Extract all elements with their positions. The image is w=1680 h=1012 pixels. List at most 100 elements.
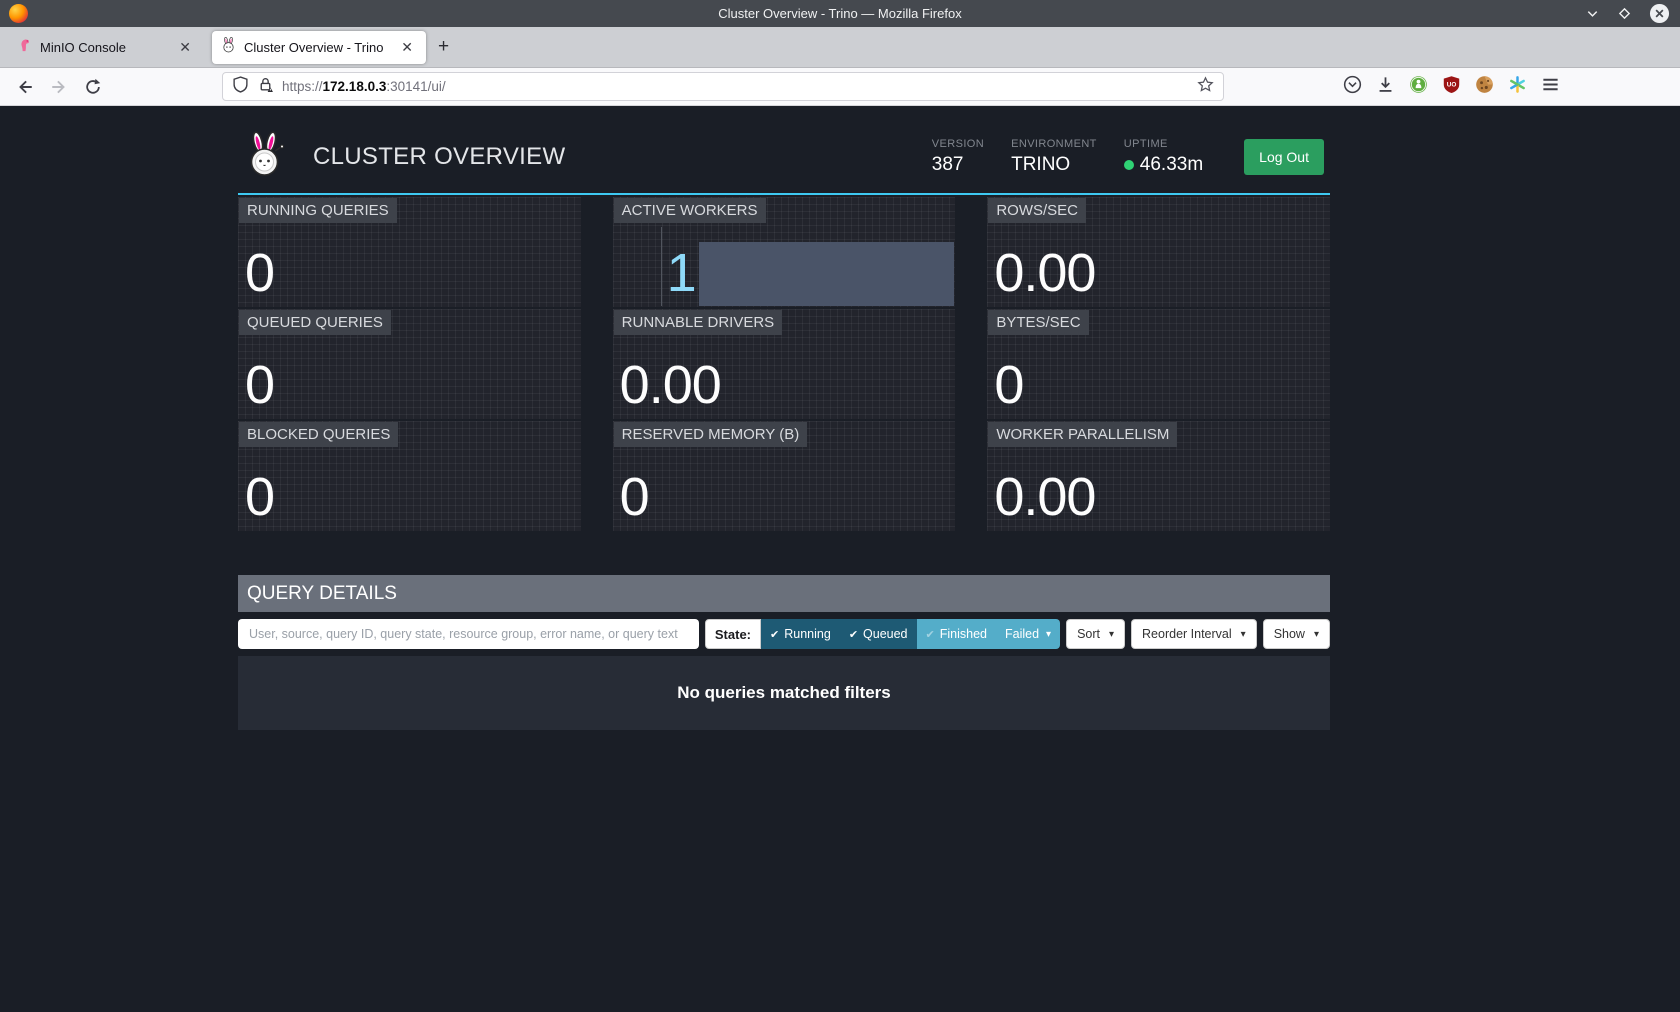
bookmark-star-icon[interactable] <box>1197 76 1214 98</box>
stat-value: 0 <box>994 361 1023 411</box>
pinwheel-extension-icon[interactable] <box>1508 75 1527 99</box>
close-window-icon[interactable] <box>1649 3 1670 24</box>
query-search-input[interactable] <box>238 619 699 649</box>
stat-card-runnable-drivers: RUNNABLE DRIVERS 0.00 <box>613 309 956 419</box>
stat-label: QUEUED QUERIES <box>239 310 391 335</box>
trino-bunny-logo-icon <box>244 131 286 182</box>
caret-down-icon: ▾ <box>1241 629 1246 640</box>
stat-label: RUNNING QUERIES <box>239 198 397 223</box>
query-details-header: QUERY DETAILS <box>238 575 1330 612</box>
downloads-icon[interactable] <box>1376 75 1395 99</box>
stat-card-blocked-queries: BLOCKED QUERIES 0 <box>238 421 581 531</box>
stat-card-rows-sec: ROWS/SEC 0.00 <box>987 197 1330 307</box>
stat-label: WORKER PARALLELISM <box>988 422 1177 447</box>
url-bar[interactable]: https://172.18.0.3:30141/ui/ <box>222 72 1224 101</box>
tab-close-icon[interactable]: ✕ <box>397 37 417 58</box>
stat-value: 0.00 <box>620 361 721 411</box>
stat-card-worker-parallelism: WORKER PARALLELISM 0.00 <box>987 421 1330 531</box>
stat-value: 1 <box>667 249 696 299</box>
stat-label: ROWS/SEC <box>988 198 1086 223</box>
lock-warning-icon[interactable] <box>257 76 274 98</box>
stat-value: 0.00 <box>994 249 1095 299</box>
stat-label: ACTIVE WORKERS <box>614 198 766 223</box>
check-icon: ✔ <box>849 628 858 641</box>
stat-value: 0 <box>245 361 274 411</box>
cookie-icon[interactable] <box>1475 75 1494 99</box>
minimize-icon[interactable] <box>1585 6 1600 21</box>
stat-label: BYTES/SEC <box>988 310 1088 335</box>
sparkline-fill <box>699 242 955 306</box>
pocket-icon[interactable] <box>1343 75 1362 99</box>
sparkline-axis <box>661 227 662 306</box>
show-dropdown[interactable]: Show▾ <box>1263 619 1330 649</box>
trino-navbar: CLUSTER OVERVIEW VERSION 387 ENVIRONMENT… <box>238 106 1330 195</box>
environment-value: TRINO <box>1011 154 1097 176</box>
version-meta: VERSION 387 <box>932 138 984 176</box>
uptime-label: UPTIME <box>1124 138 1203 150</box>
caret-down-icon: ▾ <box>1109 629 1114 640</box>
trino-bunny-favicon-icon <box>221 37 236 58</box>
tab-strip: MinIO Console ✕ Cluster Overview - Trino… <box>0 27 1680 68</box>
version-value: 387 <box>932 154 984 176</box>
query-filter-row: State: ✔Running ✔Queued ✔Finished Failed… <box>238 619 1330 649</box>
svg-text:UO: UO <box>1447 81 1457 88</box>
state-filter-failed[interactable]: Failed▾ <box>996 619 1060 649</box>
uptime-meta: UPTIME 46.33m <box>1124 138 1203 176</box>
query-details-title: QUERY DETAILS <box>247 583 397 605</box>
reload-icon[interactable] <box>78 73 108 101</box>
stat-card-bytes-sec: BYTES/SEC 0 <box>987 309 1330 419</box>
extension-green-icon[interactable] <box>1409 75 1428 99</box>
stat-label: BLOCKED QUERIES <box>239 422 398 447</box>
stat-card-queued-queries: QUEUED QUERIES 0 <box>238 309 581 419</box>
firefox-logo-icon <box>9 4 28 23</box>
stat-value: 0 <box>245 473 274 523</box>
tab-label: MinIO Console <box>40 40 175 55</box>
flamingo-favicon-icon <box>17 37 32 57</box>
state-filter-group: State: ✔Running ✔Queued ✔Finished Failed… <box>705 619 1060 649</box>
forward-icon[interactable] <box>44 73 74 101</box>
new-tab-button[interactable]: + <box>426 36 461 58</box>
uptime-status-dot-icon <box>1124 160 1134 170</box>
stat-card-active-workers: ACTIVE WORKERS 1 <box>613 197 956 307</box>
reorder-interval-dropdown[interactable]: Reorder Interval▾ <box>1131 619 1257 649</box>
stat-value: 0 <box>620 473 649 523</box>
window-title: Cluster Overview - Trino — Mozilla Firef… <box>0 6 1680 21</box>
state-filter-label: State: <box>705 619 761 649</box>
stat-card-running-queries: RUNNING QUERIES 0 <box>238 197 581 307</box>
query-list-empty-panel: No queries matched filters <box>238 656 1330 730</box>
tab-minio-console[interactable]: MinIO Console ✕ <box>8 31 204 64</box>
empty-message: No queries matched filters <box>677 683 891 703</box>
trino-page: CLUSTER OVERVIEW VERSION 387 ENVIRONMENT… <box>0 106 1680 1012</box>
maximize-icon[interactable] <box>1617 6 1632 21</box>
sort-dropdown[interactable]: Sort▾ <box>1066 619 1125 649</box>
check-icon: ✔ <box>926 628 935 641</box>
state-filter-finished[interactable]: ✔Finished <box>917 619 996 649</box>
browser-toolbar: https://172.18.0.3:30141/ui/ UO <box>0 68 1680 106</box>
environment-label: ENVIRONMENT <box>1011 138 1097 150</box>
caret-down-icon: ▾ <box>1046 629 1051 640</box>
state-filter-running[interactable]: ✔Running <box>761 619 840 649</box>
stat-label: RESERVED MEMORY (B) <box>614 422 808 447</box>
tab-cluster-overview[interactable]: Cluster Overview - Trino ✕ <box>212 31 426 64</box>
stats-grid: RUNNING QUERIES 0 ACTIVE WORKERS 1 ROWS/… <box>238 197 1330 531</box>
uptime-value: 46.33m <box>1124 154 1203 176</box>
window-titlebar: Cluster Overview - Trino — Mozilla Firef… <box>0 0 1680 27</box>
logout-button[interactable]: Log Out <box>1244 139 1324 175</box>
stat-label: RUNNABLE DRIVERS <box>614 310 783 335</box>
stat-value: 0.00 <box>994 473 1095 523</box>
ublock-icon[interactable]: UO <box>1442 75 1461 99</box>
stat-card-reserved-memory: RESERVED MEMORY (B) 0 <box>613 421 956 531</box>
tab-label: Cluster Overview - Trino <box>244 40 397 55</box>
menu-hamburger-icon[interactable] <box>1541 75 1560 99</box>
state-filter-queued[interactable]: ✔Queued <box>840 619 917 649</box>
stat-value: 0 <box>245 249 274 299</box>
version-label: VERSION <box>932 138 984 150</box>
caret-down-icon: ▾ <box>1314 629 1319 640</box>
environment-meta: ENVIRONMENT TRINO <box>1011 138 1097 176</box>
tab-close-icon[interactable]: ✕ <box>175 37 195 58</box>
page-title: CLUSTER OVERVIEW <box>313 143 565 171</box>
check-icon: ✔ <box>770 628 779 641</box>
url-text: https://172.18.0.3:30141/ui/ <box>282 79 1197 94</box>
shield-icon[interactable] <box>232 76 249 98</box>
back-icon[interactable] <box>10 73 40 101</box>
